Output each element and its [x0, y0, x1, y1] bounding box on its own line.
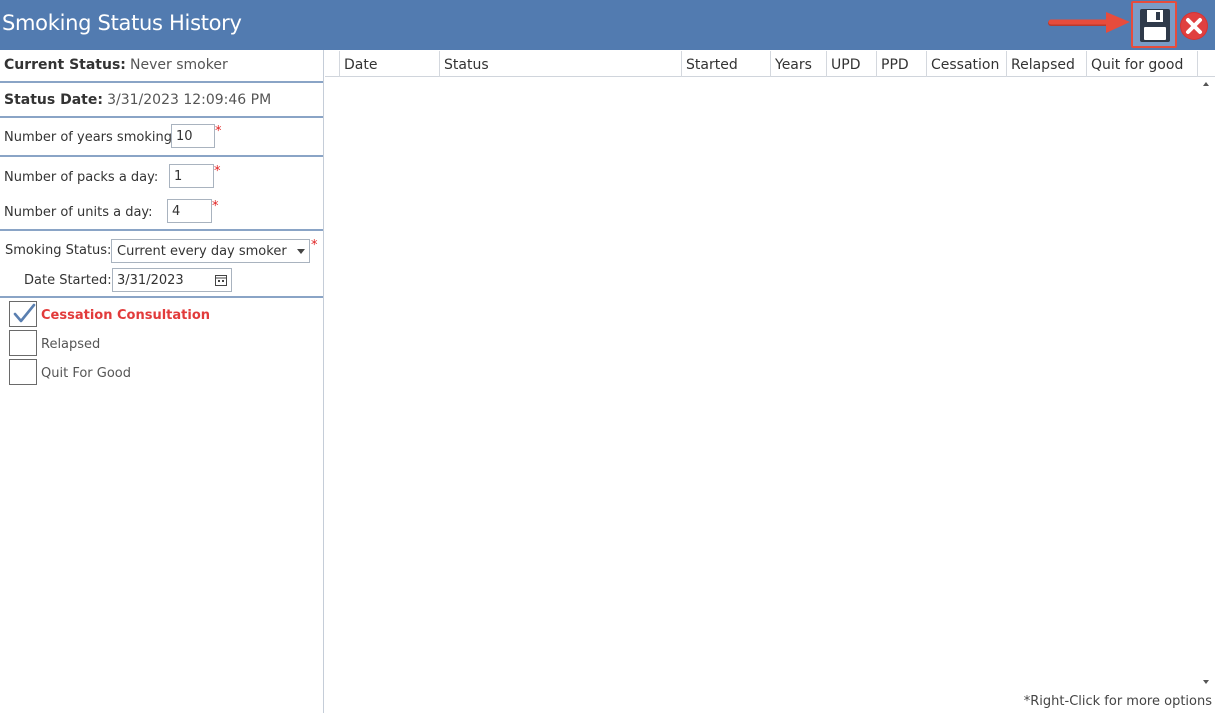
- current-status-label: Current Status:: [4, 57, 126, 73]
- relapsed-label: Relapsed: [41, 337, 101, 352]
- scroll-down-icon[interactable]: [1203, 680, 1209, 684]
- quit-for-good-checkbox[interactable]: [9, 359, 37, 385]
- column-header-relapsed[interactable]: Relapsed: [1007, 51, 1087, 77]
- history-grid: Date Status Started Years UPD PPD Cessat…: [325, 50, 1215, 713]
- required-marker: *: [214, 164, 221, 179]
- context-menu-hint: *Right-Click for more options: [1023, 694, 1212, 709]
- smoking-status-label: Smoking Status:: [5, 243, 112, 258]
- column-header-started[interactable]: Started: [682, 51, 771, 77]
- chevron-down-icon: [297, 249, 305, 254]
- floppy-disk-icon: [1140, 9, 1170, 42]
- required-marker: *: [215, 124, 222, 139]
- column-header-ppd[interactable]: PPD: [877, 51, 927, 77]
- divider: [0, 116, 323, 118]
- header-spacer: [325, 51, 340, 77]
- required-marker: *: [311, 238, 318, 253]
- status-date-label: Status Date:: [4, 92, 103, 108]
- units-label: Number of units a day:: [4, 205, 153, 220]
- required-marker: *: [212, 199, 219, 214]
- vertical-scrollbar[interactable]: [1199, 77, 1214, 689]
- quit-for-good-label: Quit For Good: [41, 366, 131, 381]
- calendar-icon[interactable]: [214, 273, 228, 287]
- column-header-status[interactable]: Status: [440, 51, 682, 77]
- save-button[interactable]: [1131, 1, 1177, 48]
- packs-input[interactable]: 1: [169, 164, 214, 188]
- column-header-cessation[interactable]: Cessation: [927, 51, 1007, 77]
- date-started-value: 3/31/2023: [117, 273, 184, 288]
- column-header-quit-for-good[interactable]: Quit for good: [1087, 51, 1198, 77]
- close-button[interactable]: [1179, 11, 1209, 41]
- divider: [0, 81, 323, 83]
- current-status-value: Never smoker: [130, 57, 228, 73]
- divider: [0, 155, 323, 157]
- current-status-row: Current Status: Never smoker: [4, 57, 228, 73]
- date-started-label: Date Started:: [24, 273, 112, 288]
- units-input[interactable]: 4: [167, 199, 212, 223]
- date-started-input[interactable]: 3/31/2023: [112, 268, 232, 292]
- checkmark-icon: [13, 303, 36, 323]
- detail-panel: Current Status: Never smoker Status Date…: [0, 50, 324, 713]
- years-label: Number of years smoking:: [4, 130, 177, 145]
- scroll-up-icon[interactable]: [1203, 82, 1209, 86]
- status-date-row: Status Date: 3/31/2023 12:09:46 PM: [4, 92, 271, 108]
- packs-label: Number of packs a day:: [4, 170, 159, 185]
- years-input[interactable]: 10: [171, 124, 215, 148]
- status-date-value: 3/31/2023 12:09:46 PM: [107, 92, 272, 108]
- cessation-label: Cessation Consultation: [41, 308, 211, 323]
- divider: [0, 229, 323, 231]
- title-bar: Smoking Status History: [0, 0, 1215, 50]
- relapsed-checkbox[interactable]: [9, 330, 37, 356]
- divider: [0, 296, 323, 298]
- column-header-date[interactable]: Date: [340, 51, 440, 77]
- column-header-upd[interactable]: UPD: [827, 51, 877, 77]
- window-title: Smoking Status History: [2, 11, 242, 35]
- grid-header: Date Status Started Years UPD PPD Cessat…: [325, 51, 1215, 77]
- arrow-right-icon: [1048, 12, 1130, 33]
- close-icon: [1180, 12, 1208, 40]
- column-header-years[interactable]: Years: [771, 51, 827, 77]
- smoking-status-value: Current every day smoker: [117, 244, 287, 259]
- smoking-status-select[interactable]: Current every day smoker: [111, 239, 310, 263]
- cessation-checkbox[interactable]: [9, 301, 37, 327]
